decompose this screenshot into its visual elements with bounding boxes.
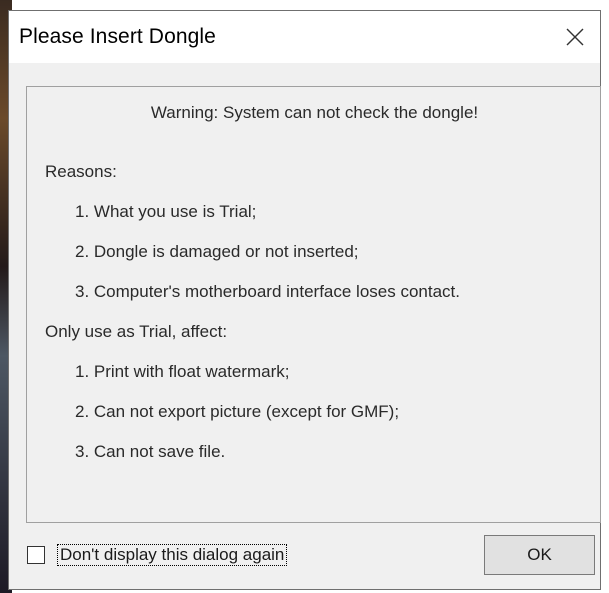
dongle-dialog: Please Insert Dongle Warning: System can…	[8, 10, 601, 590]
trial-heading: Only use as Trial, affect:	[45, 322, 228, 341]
title-bar[interactable]: Please Insert Dongle	[9, 11, 600, 63]
ok-button[interactable]: OK	[484, 535, 595, 575]
trial-effect-item: 1. Print with float watermark;	[75, 362, 290, 381]
reason-item: 3. Computer's motherboard interface lose…	[75, 282, 460, 301]
trial-effect-item: 2. Can not export picture (except for GM…	[75, 402, 400, 421]
reason-item: 1. What you use is Trial;	[75, 202, 257, 221]
reasons-heading: Reasons:	[45, 162, 117, 181]
dont-display-again-option[interactable]: Don't display this dialog again	[27, 544, 288, 566]
dialog-title: Please Insert Dongle	[19, 25, 216, 48]
message-panel: Warning: System can not check the dongle…	[26, 86, 601, 523]
screen: Please Insert Dongle Warning: System can…	[0, 0, 609, 593]
dont-display-again-checkbox[interactable]	[27, 546, 45, 564]
trial-effect-item: 3. Can not save file.	[75, 442, 226, 461]
warning-text: Warning: System can not check the dongle…	[150, 103, 479, 122]
dont-display-again-label[interactable]: Don't display this dialog again	[57, 544, 288, 566]
reason-item: 2. Dongle is damaged or not inserted;	[75, 242, 359, 261]
close-button[interactable]	[550, 11, 600, 63]
close-icon	[566, 28, 584, 46]
